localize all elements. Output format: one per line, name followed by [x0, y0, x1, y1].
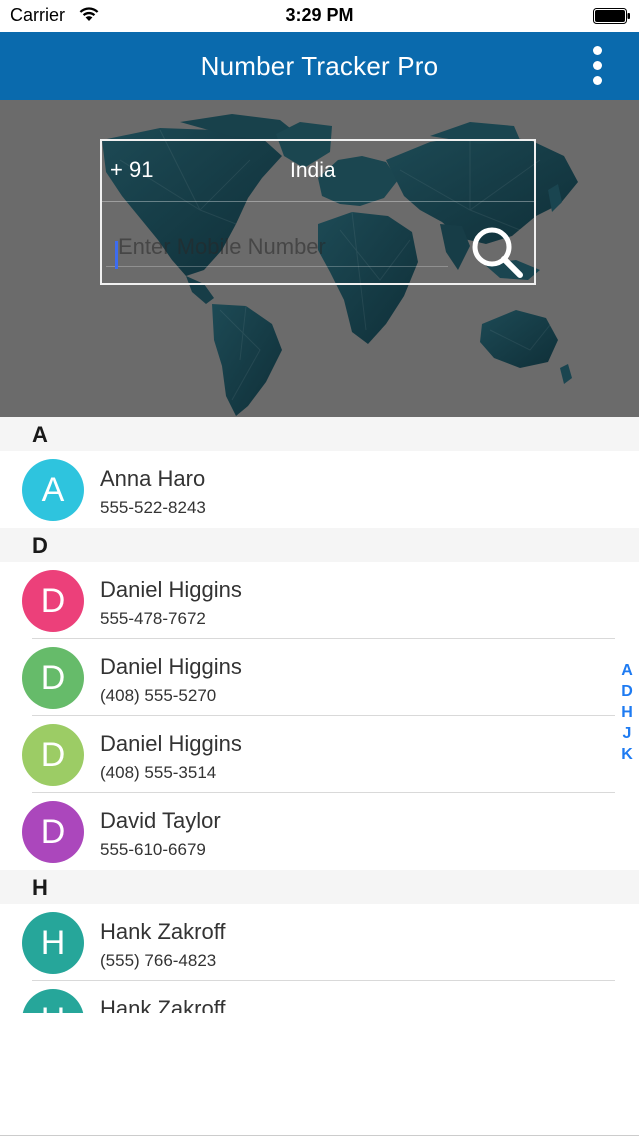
country-selector[interactable]: + 91 India [102, 141, 534, 202]
avatar: H [22, 989, 84, 1013]
section-header-a: A [0, 417, 639, 451]
contact-row[interactable]: D Daniel Higgins 555-478-7672 [0, 562, 639, 639]
contact-row[interactable]: D Daniel Higgins (408) 555-5270 [0, 639, 639, 716]
index-letter-d[interactable]: D [620, 683, 634, 704]
contact-row[interactable]: A Anna Haro 555-522-8243 [0, 451, 639, 528]
contact-row[interactable]: H Hank Zakroff (555) 766-4823 [0, 904, 639, 981]
avatar: A [22, 459, 84, 521]
number-search-box: + 91 India [100, 139, 536, 285]
contact-name: Daniel Higgins [100, 577, 242, 602]
section-letter: A [32, 422, 48, 447]
contact-phone: (408) 555-3514 [100, 763, 217, 782]
avatar: D [22, 647, 84, 709]
contact-name: Daniel Higgins [100, 654, 242, 679]
battery-icon [593, 8, 631, 24]
more-vertical-icon[interactable] [591, 46, 603, 86]
contact-list[interactable]: A A Anna Haro 555-522-8243 D D Daniel Hi… [0, 417, 639, 1013]
country-name-label: India [290, 159, 336, 182]
avatar: D [22, 801, 84, 863]
index-letter-j[interactable]: J [620, 725, 634, 746]
contact-name: Anna Haro [100, 466, 206, 491]
index-letter-a[interactable]: A [620, 662, 634, 683]
contact-phone: 555-478-7672 [100, 609, 206, 628]
country-code-label: + 91 [110, 157, 154, 182]
mobile-number-input[interactable] [106, 227, 448, 267]
contact-name: Daniel Higgins [100, 731, 242, 756]
search-icon[interactable] [470, 225, 526, 281]
contact-phone: (555) 766-4823 [100, 951, 217, 970]
alphabet-index: A D H J K [620, 662, 634, 767]
contact-row[interactable]: H Hank Zakroff [0, 981, 639, 1013]
contact-phone: 555-522-8243 [100, 498, 206, 517]
status-bar: Carrier 3:29 PM [0, 0, 639, 32]
index-letter-k[interactable]: K [620, 746, 634, 767]
contact-phone: 555-610-6679 [100, 840, 206, 859]
nav-bar: Number Tracker Pro [0, 32, 639, 100]
section-letter: D [32, 533, 48, 558]
section-letter: H [32, 875, 48, 900]
text-cursor [115, 241, 118, 269]
avatar: D [22, 570, 84, 632]
contact-name: David Taylor [100, 808, 221, 833]
contact-name: Hank Zakroff [100, 919, 226, 944]
index-letter-h[interactable]: H [620, 704, 634, 725]
avatar: H [22, 912, 84, 974]
clock-label: 3:29 PM [285, 5, 354, 25]
contact-row[interactable]: D Daniel Higgins (408) 555-3514 [0, 716, 639, 793]
page-title: Number Tracker Pro [200, 51, 439, 81]
avatar: D [22, 724, 84, 786]
map-banner: + 91 India [0, 100, 639, 417]
contact-name: Hank Zakroff [100, 996, 226, 1013]
section-header-h: H [0, 870, 639, 904]
contact-row[interactable]: D David Taylor 555-610-6679 [0, 793, 639, 870]
section-header-d: D [0, 528, 639, 562]
contact-phone: (408) 555-5270 [100, 686, 217, 705]
